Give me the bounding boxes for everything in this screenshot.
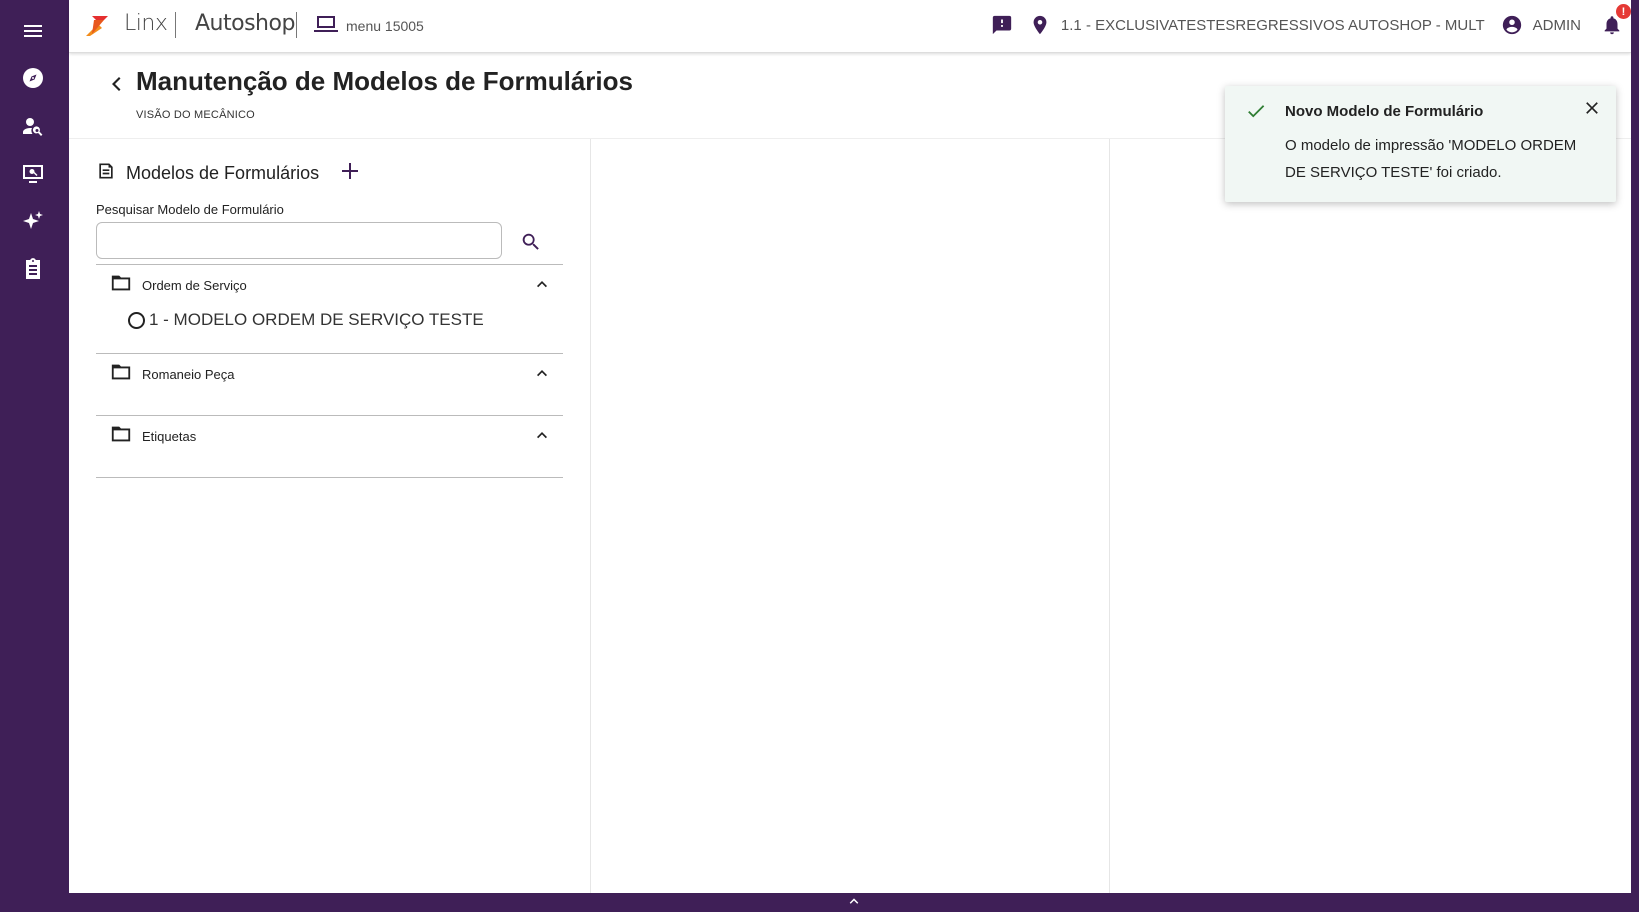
- panel-title: Modelos de Formulários: [126, 163, 320, 183]
- group-etiquetas: Etiquetas: [96, 415, 563, 456]
- search-input[interactable]: [96, 222, 502, 259]
- group-header[interactable]: Ordem de Serviço: [96, 265, 563, 305]
- success-toast: Novo Modelo de Formulário O modelo de im…: [1225, 86, 1616, 202]
- column-divider: [1109, 139, 1110, 893]
- location-pin-icon[interactable]: [1029, 14, 1051, 36]
- radio-button[interactable]: [128, 311, 145, 329]
- folder-icon: [110, 272, 132, 299]
- sidebar: [0, 0, 69, 912]
- menu-icon[interactable]: [20, 18, 46, 44]
- group-ordem-de-servico: Ordem de Serviço 1 - MODELO ORDEM DE SER…: [96, 264, 563, 335]
- group-header[interactable]: Etiquetas: [96, 416, 563, 456]
- folder-icon: [110, 361, 132, 388]
- group-divider: [96, 477, 563, 478]
- compass-icon[interactable]: [20, 65, 46, 91]
- divider: [296, 12, 297, 38]
- page-subtitle: VISÃO DO MECÂNICO: [136, 109, 255, 121]
- user-name[interactable]: ADMIN: [1533, 17, 1581, 34]
- right-edge: [1631, 0, 1639, 912]
- chevron-up-icon[interactable]: [848, 894, 860, 912]
- group-label: Etiquetas: [142, 428, 197, 444]
- menu-label: menu 15005: [346, 17, 424, 34]
- chevron-up-icon[interactable]: [535, 428, 549, 442]
- list-item[interactable]: 1 - MODELO ORDEM DE SERVIÇO TESTE: [96, 305, 563, 335]
- toast-title: Novo Modelo de Formulário: [1285, 103, 1484, 120]
- search-label: Pesquisar Modelo de Formulário: [96, 202, 284, 217]
- person-search-icon[interactable]: [20, 114, 46, 140]
- monitor-search-icon[interactable]: [20, 161, 46, 187]
- linx-logo: [84, 12, 110, 38]
- toast-message: O modelo de impressão 'MODELO ORDEM DE S…: [1285, 137, 1577, 181]
- top-right-actions: 1.1 - EXCLUSIVATESTESREGRESSIVOS AUTOSHO…: [991, 0, 1631, 50]
- brand-name: Linx: [124, 11, 168, 36]
- laptop-icon: [314, 14, 338, 37]
- sparkles-icon[interactable]: [20, 208, 46, 234]
- account-circle-icon[interactable]: [1501, 14, 1523, 36]
- check-icon: [1245, 100, 1267, 122]
- chevron-up-icon[interactable]: [535, 277, 549, 291]
- location-selector[interactable]: 1.1 - EXCLUSIVATESTESREGRESSIVOS AUTOSHO…: [1061, 17, 1485, 34]
- feedback-icon[interactable]: [991, 14, 1013, 36]
- menu-chip[interactable]: menu 15005: [314, 14, 424, 37]
- close-icon[interactable]: [1582, 98, 1602, 118]
- item-label: 1 - MODELO ORDEM DE SERVIÇO TESTE: [149, 310, 484, 329]
- group-label: Romaneio Peça: [142, 366, 235, 382]
- folder-icon: [110, 423, 132, 450]
- add-template-button[interactable]: [341, 162, 359, 185]
- back-button[interactable]: [106, 72, 126, 96]
- notifications-bell-icon[interactable]: !: [1601, 4, 1631, 36]
- column-divider: [590, 139, 591, 893]
- top-bar: Linx Autoshop menu 15005 1.1 - EXCLUSIVA…: [69, 0, 1631, 53]
- panel-header: Modelos de Formulários: [96, 161, 359, 186]
- group-header[interactable]: Romaneio Peça: [96, 354, 563, 394]
- notification-badge: !: [1616, 4, 1631, 19]
- group-romaneio-peca: Romaneio Peça: [96, 353, 563, 394]
- form-template-icon: [96, 161, 116, 186]
- product-name: Autoshop: [195, 11, 295, 36]
- group-label: Ordem de Serviço: [142, 277, 247, 293]
- clipboard-icon[interactable]: [20, 256, 46, 282]
- divider: [175, 12, 176, 38]
- page-title: Manutenção de Modelos de Formulários: [136, 66, 633, 96]
- search-icon[interactable]: [520, 231, 542, 253]
- chevron-up-icon[interactable]: [535, 366, 549, 380]
- bottom-bar: [69, 893, 1639, 912]
